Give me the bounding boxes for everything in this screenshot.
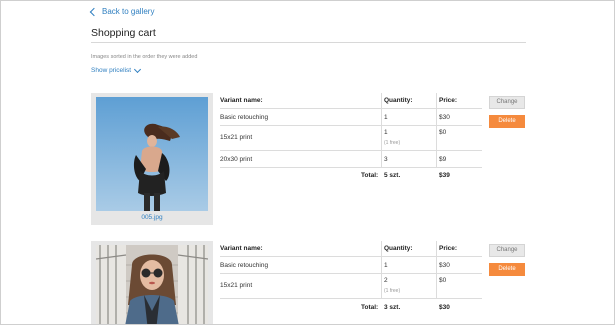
- page-frame: Back to gallery Shopping cart Images sor…: [0, 0, 615, 325]
- total-quantity: 5 szt.: [384, 172, 401, 179]
- table-row: 15x21 print 1 (1 free) $0: [220, 126, 482, 151]
- variant-name: 15x21 print: [220, 134, 253, 141]
- back-to-gallery-link[interactable]: Back to gallery: [89, 7, 155, 16]
- variant-name: Basic retouching: [220, 262, 269, 269]
- item-photo[interactable]: [96, 97, 208, 211]
- delete-button[interactable]: Delete: [489, 115, 525, 128]
- cart-item: 005.jpg Variant name: Quantity: Price: B…: [91, 93, 531, 227]
- table-header-row: Variant name: Quantity: Price:: [220, 93, 482, 109]
- variant-column-header: Variant name:: [220, 245, 263, 252]
- item-thumbnail-panel: 005.jpg: [91, 93, 213, 225]
- variant-name: 20x30 print: [220, 156, 253, 163]
- sort-note: Images sorted in the order they were add…: [91, 54, 198, 60]
- total-price: $39: [439, 172, 450, 179]
- item-photo[interactable]: [96, 245, 208, 325]
- total-row: Total: 3 szt. $30: [220, 304, 482, 316]
- variant-quantity: 1: [384, 129, 388, 136]
- variant-name: 15x21 print: [220, 282, 253, 289]
- variant-price: $30: [439, 114, 450, 121]
- cart-item: Variant name: Quantity: Price: Basic ret…: [91, 241, 531, 325]
- change-button[interactable]: Change: [489, 96, 525, 109]
- variant-column-header: Variant name:: [220, 97, 263, 104]
- total-label: Total:: [361, 304, 379, 311]
- table-header-row: Variant name: Quantity: Price:: [220, 241, 482, 257]
- variant-quantity: 1: [384, 262, 388, 269]
- variant-price: $0: [439, 129, 447, 136]
- variant-price: $30: [439, 262, 450, 269]
- title-divider: [91, 42, 526, 43]
- total-price: $30: [439, 304, 450, 311]
- total-quantity: 3 szt.: [384, 304, 401, 311]
- price-column-header: Price:: [439, 97, 458, 104]
- show-pricelist-toggle[interactable]: Show pricelist: [91, 65, 142, 74]
- variant-price: $9: [439, 156, 447, 163]
- free-note: (1 free): [384, 140, 401, 146]
- show-pricelist-label: Show pricelist: [91, 67, 132, 74]
- delete-button[interactable]: Delete: [489, 263, 525, 276]
- total-label: Total:: [361, 172, 379, 179]
- variant-name: Basic retouching: [220, 114, 269, 121]
- chevron-down-icon: [134, 65, 142, 73]
- quantity-column-header: Quantity:: [384, 245, 413, 252]
- variant-quantity: 3: [384, 156, 388, 163]
- variant-quantity: 2: [384, 277, 388, 284]
- item-thumbnail-panel: [91, 241, 213, 325]
- variant-quantity: 1: [384, 114, 388, 121]
- table-row: 20x30 print 3 $9: [220, 151, 482, 168]
- quantity-column-header: Quantity:: [384, 97, 413, 104]
- chevron-left-icon: [89, 7, 99, 16]
- variant-price: $0: [439, 277, 447, 284]
- total-row: Total: 5 szt. $39: [220, 172, 482, 184]
- item-filename[interactable]: 005.jpg: [91, 214, 213, 221]
- table-row: 15x21 print 2 (1 free) $0: [220, 274, 482, 299]
- table-row: Basic retouching 1 $30: [220, 257, 482, 274]
- table-row: Basic retouching 1 $30: [220, 109, 482, 126]
- page-title: Shopping cart: [91, 27, 156, 39]
- back-to-gallery-label: Back to gallery: [102, 7, 155, 16]
- price-column-header: Price:: [439, 245, 458, 252]
- free-note: (1 free): [384, 288, 401, 294]
- change-button[interactable]: Change: [489, 244, 525, 257]
